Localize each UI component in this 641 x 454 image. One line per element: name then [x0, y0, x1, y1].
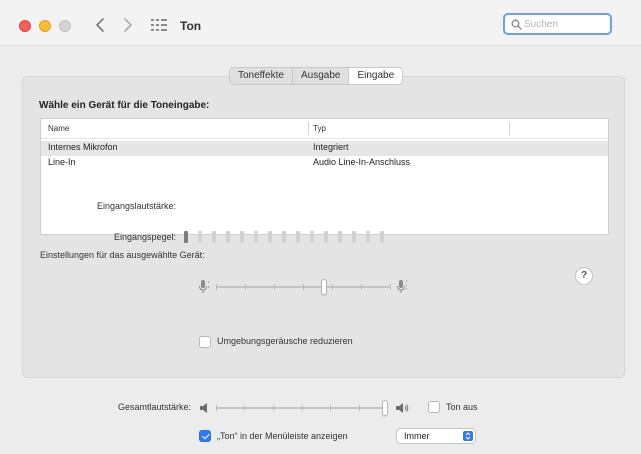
microphone-icon [199, 280, 209, 293]
level-segment [254, 231, 258, 243]
level-segment [380, 231, 384, 243]
slider-tick [390, 284, 391, 290]
section-title: Wähle ein Gerät für die Toneingabe: [39, 100, 210, 111]
search-icon [511, 19, 522, 30]
slider-tick [245, 284, 246, 290]
level-segment [268, 231, 272, 243]
level-segment [282, 231, 286, 243]
level-segment [366, 231, 370, 243]
menubar-select-value: Immer [404, 431, 430, 441]
input-volume-label: Eingangslautstärke: [96, 201, 176, 211]
slider-tick [361, 284, 362, 290]
column-header-name[interactable]: Name [48, 119, 69, 138]
level-segment [338, 231, 342, 243]
help-button[interactable]: ? [575, 267, 593, 285]
back-button[interactable] [89, 14, 111, 36]
slider-tick [302, 405, 303, 411]
device-type: Integriert [313, 142, 349, 152]
level-segment [352, 231, 356, 243]
show-all-button[interactable] [150, 16, 168, 34]
level-segment [310, 231, 314, 243]
window-title: Ton [180, 19, 202, 33]
total-volume-label: Gesamtlautstärke: [117, 402, 191, 412]
level-segment [212, 231, 216, 243]
table-row[interactable]: Line-In Audio Line-In-Anschluss [41, 156, 608, 171]
mute-label: Ton aus [446, 402, 478, 412]
slider-tick [216, 284, 217, 290]
slider-tick [330, 405, 331, 411]
close-button[interactable] [19, 20, 31, 32]
level-segment [198, 231, 202, 243]
slider-tick [273, 405, 274, 411]
input-panel: Wähle ein Gerät für die Toneingabe: Name… [22, 76, 625, 378]
chevron-updown-icon [463, 431, 473, 441]
tab-eingabe[interactable]: Eingabe [349, 68, 403, 84]
column-divider [509, 122, 510, 135]
menubar-checkbox[interactable] [199, 430, 211, 442]
device-name: Internes Mikrofon [48, 142, 118, 152]
menubar-select[interactable]: Immer [396, 428, 476, 444]
input-volume-slider[interactable] [216, 279, 391, 295]
slider-tick [359, 405, 360, 411]
total-volume-slider[interactable] [216, 400, 388, 416]
slider-tick [332, 284, 333, 290]
forward-chevron-icon [124, 18, 132, 32]
back-chevron-icon [96, 18, 104, 32]
microphone-icon [397, 280, 407, 293]
mute-checkbox[interactable] [428, 401, 440, 413]
slider-thumb[interactable] [321, 279, 327, 295]
slider-tick [244, 405, 245, 411]
column-header-type[interactable]: Typ [313, 119, 326, 138]
sound-preferences-window: Ton Toneffekte Ausgabe Eingabe Wähle ein… [0, 0, 641, 454]
noise-reduction-checkbox[interactable] [199, 336, 211, 348]
minimize-button[interactable] [39, 20, 51, 32]
level-segment [184, 231, 188, 243]
tab-ausgabe[interactable]: Ausgabe [293, 68, 350, 84]
level-segment [240, 231, 244, 243]
device-name: Line-In [48, 157, 76, 167]
level-segment [296, 231, 300, 243]
table-row[interactable]: Internes Mikrofon Integriert [41, 141, 608, 156]
noise-reduction-label: Umgebungsgeräusche reduzieren [217, 336, 353, 346]
toolbar: Ton [0, 0, 641, 46]
tab-toneffekte[interactable]: Toneffekte [230, 68, 293, 84]
slider-tick [274, 284, 275, 290]
device-type: Audio Line-In-Anschluss [313, 157, 411, 167]
menubar-label: „Ton“ in der Menüleiste anzeigen [217, 431, 348, 441]
input-level-label: Eingangspegel: [113, 232, 176, 242]
speaker-icon [200, 403, 207, 413]
speaker-loud-icon [396, 403, 409, 413]
search-input[interactable] [524, 17, 608, 31]
grid-icon [151, 19, 167, 31]
device-table: Name Typ Internes Mikrofon Integriert Li… [40, 118, 609, 235]
device-settings-label: Einstellungen für das ausgewählte Gerät: [40, 250, 205, 260]
slider-tick [303, 284, 304, 290]
column-divider [308, 122, 309, 135]
search-field[interactable] [503, 13, 612, 35]
slider-tick [216, 405, 217, 411]
level-segment [324, 231, 328, 243]
header-separator [41, 138, 608, 139]
tab-bar: Toneffekte Ausgabe Eingabe [229, 67, 404, 85]
level-segment [226, 231, 230, 243]
forward-button[interactable] [117, 14, 139, 36]
zoom-button[interactable] [59, 20, 71, 32]
slider-thumb[interactable] [382, 400, 388, 416]
help-icon: ? [580, 270, 588, 281]
